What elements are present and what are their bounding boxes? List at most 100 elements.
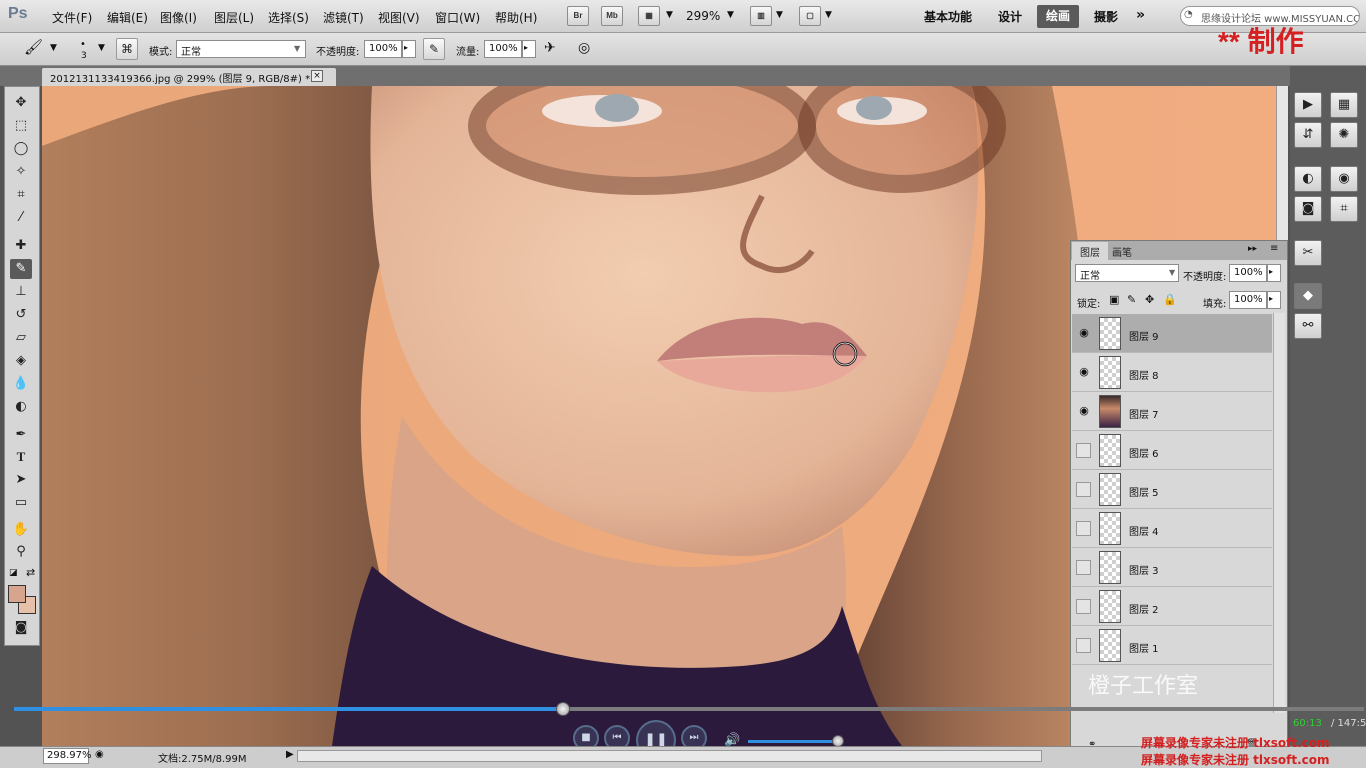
marquee-tool-icon[interactable]: ⬚ (10, 116, 32, 136)
healing-brush-tool-icon[interactable]: ✚ (10, 236, 32, 256)
horizontal-scrollbar[interactable] (297, 750, 1042, 762)
visibility-toggle[interactable] (1076, 521, 1091, 536)
visibility-toggle[interactable] (1076, 443, 1091, 458)
bridge-button[interactable]: Br (567, 6, 589, 26)
fill-arrow-icon[interactable]: ▸ (1267, 291, 1281, 309)
zoom-dropdown-icon[interactable]: ▼ (727, 10, 734, 20)
eye-icon[interactable]: ◉ (1076, 403, 1092, 419)
menu-help[interactable]: 帮助(H) (495, 9, 537, 26)
blur-tool-icon[interactable]: 💧 (10, 374, 32, 394)
color-panel-icon[interactable]: ◉ (1330, 166, 1358, 192)
default-colors-icon[interactable]: ◪ (9, 568, 18, 578)
menu-file[interactable]: 文件(F) (52, 9, 92, 26)
document-tab[interactable]: 2012131133419366.jpg @ 299% (图层 9, RGB/8… (42, 68, 337, 86)
pen-tool-icon[interactable]: ✒ (10, 425, 32, 445)
view-extras-dropdown-icon[interactable]: ▼ (666, 10, 673, 20)
blend-mode-select[interactable]: 正常 (176, 40, 306, 58)
crop-tool-icon[interactable]: ⌗ (10, 185, 32, 205)
lasso-tool-icon[interactable]: ◯ (10, 139, 32, 159)
move-tool-icon[interactable]: ✥ (10, 93, 32, 113)
layer-opacity-arrow-icon[interactable]: ▸ (1267, 264, 1281, 282)
workspace-essentials[interactable]: 基本功能 (924, 8, 972, 25)
layers-scrollbar[interactable] (1273, 313, 1285, 713)
opacity-slider-arrow-icon[interactable]: ▸ (402, 40, 416, 58)
volume-slider[interactable] (748, 740, 838, 743)
zoom-level-select[interactable]: 299% (686, 9, 720, 23)
status-zoom-field[interactable]: 298.97% (43, 748, 92, 764)
history-panel-icon[interactable]: ⇵ (1294, 122, 1322, 148)
brush-preset-icon[interactable]: 🖌 (24, 38, 43, 56)
status-info-icon[interactable]: ◉ (95, 749, 104, 760)
workspace-design[interactable]: 设计 (998, 8, 1022, 25)
path-selection-tool-icon[interactable]: ➤ (10, 470, 32, 490)
zoom-tool-icon[interactable]: ⚲ (10, 542, 32, 562)
eye-icon[interactable]: ◉ (1076, 325, 1092, 341)
blend-mode-dropdown-icon[interactable]: ▼ (294, 44, 300, 53)
transform-panel-icon[interactable]: ⌗ (1330, 196, 1358, 222)
layer-blend-mode-select[interactable]: 正常 (1075, 264, 1179, 282)
menu-window[interactable]: 窗口(W) (435, 9, 480, 26)
workspace-painting[interactable]: 绘画 (1037, 5, 1079, 28)
arrange-documents-button[interactable]: ▥ (750, 6, 772, 26)
collapse-panel-icon[interactable]: ▸▸ (1248, 244, 1257, 254)
foreground-color-swatch[interactable] (8, 585, 26, 603)
lock-all-icon[interactable]: 🔒 (1163, 293, 1177, 306)
workspace-photography[interactable]: 摄影 (1094, 8, 1118, 25)
visibility-toggle[interactable] (1076, 638, 1091, 653)
airbrush-icon[interactable]: ✈ (544, 40, 556, 56)
lock-transparency-icon[interactable]: ▣ (1109, 293, 1119, 306)
visibility-toggle[interactable] (1076, 482, 1091, 497)
more-workspaces-icon[interactable]: » (1136, 7, 1145, 23)
dodge-tool-icon[interactable]: ◐ (10, 397, 32, 417)
pressure-size-icon[interactable]: ◎ (578, 40, 590, 56)
swap-colors-icon[interactable]: ⇄ (26, 566, 35, 579)
paths-panel-icon[interactable]: ⚯ (1294, 313, 1322, 339)
close-tab-icon[interactable]: × (311, 70, 323, 82)
visibility-toggle[interactable] (1076, 599, 1091, 614)
layer-blend-dropdown-icon[interactable]: ▼ (1169, 268, 1175, 277)
screen-mode-button[interactable]: ▢ (799, 6, 821, 26)
menu-filter[interactable]: 滤镜(T) (323, 9, 364, 26)
lock-pixels-icon[interactable]: ✎ (1127, 293, 1136, 306)
tab-brush[interactable]: 画笔 (1104, 242, 1140, 260)
hand-tool-icon[interactable]: ✋ (10, 520, 32, 540)
menu-edit[interactable]: 编辑(E) (107, 9, 148, 26)
fill-input[interactable]: 100% (1229, 291, 1267, 309)
quick-mask-icon[interactable]: ◙ (10, 618, 32, 638)
actions-panel-icon[interactable]: ▶ (1294, 92, 1322, 118)
mini-bridge-button[interactable]: Mb (601, 6, 623, 26)
pressure-opacity-icon[interactable]: ✎ (423, 38, 445, 60)
brush-presets-panel-icon[interactable]: ✺ (1330, 122, 1358, 148)
view-extras-button[interactable]: ▦ (638, 6, 660, 26)
visibility-toggle[interactable] (1076, 560, 1091, 575)
brush-panel-toggle-icon[interactable]: ⌘ (116, 38, 138, 60)
menu-image[interactable]: 图像(I) (160, 9, 197, 26)
flow-input[interactable]: 100% (484, 40, 522, 58)
adjustments-panel-icon[interactable]: ◐ (1294, 166, 1322, 192)
status-menu-arrow-icon[interactable]: ▶ (286, 749, 294, 760)
history-brush-tool-icon[interactable]: ↺ (10, 305, 32, 325)
brush-preset-dropdown-icon[interactable]: ▼ (50, 43, 57, 53)
eraser-tool-icon[interactable]: ▱ (10, 328, 32, 348)
video-progress-knob[interactable] (556, 702, 570, 716)
screen-mode-dropdown-icon[interactable]: ▼ (825, 10, 832, 20)
opacity-input[interactable]: 100% (364, 40, 402, 58)
panel-menu-icon[interactable]: ≡ (1270, 243, 1278, 254)
flow-slider-arrow-icon[interactable]: ▸ (522, 40, 536, 58)
lock-position-icon[interactable]: ✥ (1145, 293, 1154, 306)
swatches-panel-icon[interactable]: ▦ (1330, 92, 1358, 118)
menu-view[interactable]: 视图(V) (378, 9, 420, 26)
rectangle-tool-icon[interactable]: ▭ (10, 493, 32, 513)
eyedropper-tool-icon[interactable]: ⁄ (10, 208, 32, 228)
arrange-dropdown-icon[interactable]: ▼ (776, 10, 783, 20)
type-tool-icon[interactable]: T (10, 447, 32, 467)
tool-presets-panel-icon[interactable]: ✂ (1294, 240, 1322, 266)
quick-select-tool-icon[interactable]: ✧ (10, 162, 32, 182)
menu-select[interactable]: 选择(S) (268, 9, 309, 26)
layers-panel-icon[interactable]: ◆ (1294, 283, 1322, 309)
brush-tool-icon[interactable]: ✎ (10, 259, 32, 279)
layer-opacity-input[interactable]: 100% (1229, 264, 1267, 282)
brush-size-dropdown-icon[interactable]: ▼ (98, 43, 105, 53)
eye-icon[interactable]: ◉ (1076, 364, 1092, 380)
tab-layers[interactable]: 图层 (1072, 242, 1108, 260)
